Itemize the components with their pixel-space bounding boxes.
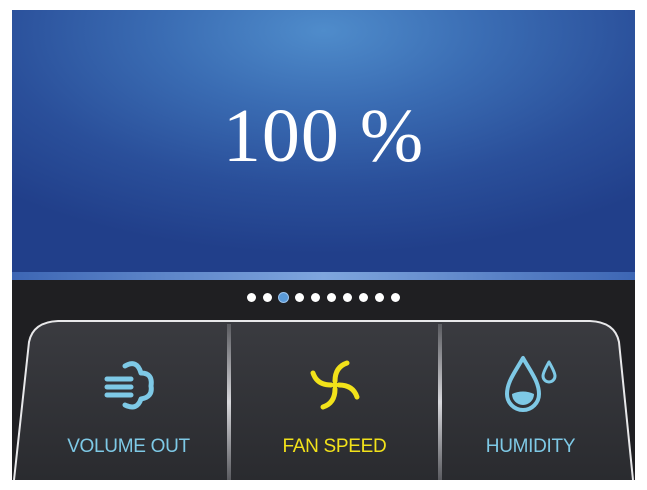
page-dot[interactable]	[343, 292, 352, 302]
mode-humidity[interactable]: HUMIDITY	[442, 308, 619, 480]
page-dot[interactable]	[327, 292, 336, 302]
display-glow-bar	[12, 272, 635, 280]
page-dot[interactable]	[391, 292, 400, 302]
page-dot[interactable]	[295, 292, 304, 302]
page-dot[interactable]	[247, 292, 256, 302]
page-dot[interactable]	[263, 292, 272, 302]
wind-icon	[99, 350, 159, 420]
page-dot[interactable]	[359, 292, 368, 302]
fan-icon	[305, 350, 365, 420]
mode-panel: VOLUME OUT FAN SPEED HUMIDITY	[12, 308, 635, 480]
page-indicator	[12, 291, 635, 303]
device-frame: 100 % VOLUME OUT FAN SPEED HUMIDITY	[12, 10, 635, 480]
page-dot[interactable]	[279, 292, 288, 302]
mode-label: HUMIDITY	[485, 436, 576, 457]
mode-label: VOLUME OUT	[67, 436, 190, 457]
page-dot[interactable]	[375, 292, 384, 302]
mode-volume-out[interactable]: VOLUME OUT	[30, 308, 227, 480]
mode-label: FAN SPEED	[282, 436, 387, 457]
display-value: 100 %	[222, 93, 425, 178]
main-display: 100 %	[12, 10, 635, 272]
mode-fan-speed[interactable]: FAN SPEED	[231, 308, 438, 480]
water-drop-icon	[501, 350, 561, 420]
page-dot[interactable]	[311, 292, 320, 302]
